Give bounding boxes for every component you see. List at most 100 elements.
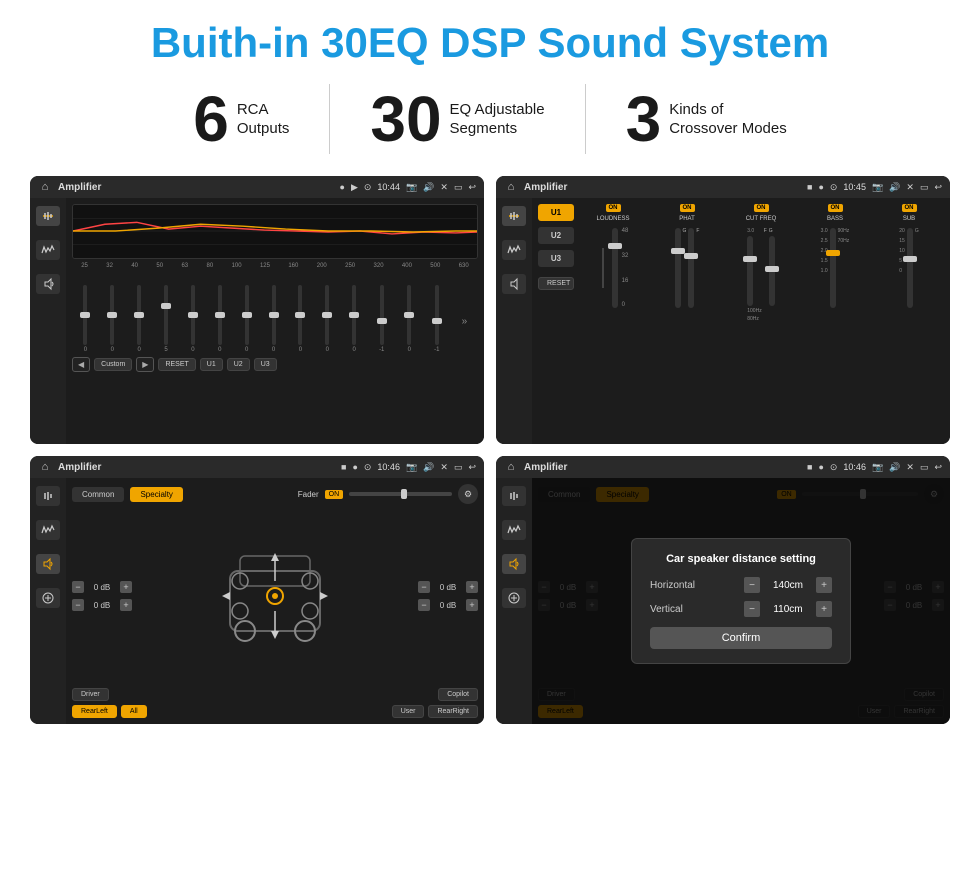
sidebar-wave-btn[interactable] — [36, 240, 60, 260]
play-icon[interactable]: ▶ — [351, 182, 358, 193]
sidebar3-speaker-btn[interactable] — [36, 554, 60, 574]
sidebar2-speaker-btn[interactable] — [502, 274, 526, 294]
user-btn[interactable]: User — [392, 705, 425, 718]
screen3-time: 10:46 — [377, 462, 400, 472]
screen3-title: Amplifier — [58, 462, 335, 473]
cutfreq-slider-f[interactable] — [747, 236, 753, 306]
fader-on-btn[interactable]: ON — [325, 490, 344, 499]
close-icon-4[interactable]: ✕ — [906, 462, 914, 473]
db-row-2: − 0 dB + — [418, 581, 478, 593]
amp2-u2-btn[interactable]: U2 — [538, 227, 574, 244]
db-minus-2[interactable]: − — [418, 581, 430, 593]
home-icon[interactable]: ⌂ — [38, 180, 52, 194]
minimize-icon[interactable]: ▭ — [454, 182, 463, 193]
camera-icon-2[interactable]: 📷 — [872, 182, 883, 193]
sub-slider[interactable] — [907, 228, 913, 308]
eq-reset-btn[interactable]: RESET — [158, 358, 195, 371]
sidebar4-speaker-btn[interactable] — [502, 554, 526, 574]
screen1-topbar: ⌂ Amplifier ● ▶ ⊙ 10:44 📷 🔊 ✕ ▭ ↩ — [30, 176, 484, 198]
camera-icon-4[interactable]: 📷 — [872, 462, 883, 473]
back-icon-4[interactable]: ↩ — [934, 462, 942, 473]
rearleft-btn[interactable]: RearLeft — [72, 705, 117, 718]
db-minus-3[interactable]: − — [418, 599, 430, 611]
confirm-button[interactable]: Confirm — [650, 627, 832, 649]
sidebar4-eq-btn[interactable] — [502, 486, 526, 506]
sidebar3-wave-btn[interactable] — [36, 520, 60, 540]
close-icon-3[interactable]: ✕ — [440, 462, 448, 473]
back-icon-3[interactable]: ↩ — [468, 462, 476, 473]
dot2-icon-4: ● — [818, 462, 823, 472]
eq-next-btn[interactable]: ▶ — [136, 357, 154, 372]
sidebar4-wave-btn[interactable] — [502, 520, 526, 540]
stat-eq: 30 EQ Adjustable Segments — [330, 87, 584, 151]
sidebar-eq-btn[interactable] — [36, 206, 60, 226]
phat-slider-f[interactable] — [688, 228, 694, 308]
settings-btn[interactable]: ⚙ — [458, 484, 478, 504]
volume-icon-3[interactable]: 🔊 — [423, 462, 434, 473]
sidebar4-expand-btn[interactable] — [502, 588, 526, 608]
db-plus-0[interactable]: + — [120, 581, 132, 593]
loudness-slider[interactable] — [612, 228, 618, 308]
amp2-reset-btn[interactable]: RESET — [538, 277, 574, 290]
phat-slider-g[interactable] — [675, 228, 681, 308]
vertical-plus-btn[interactable]: + — [816, 601, 832, 617]
db-minus-1[interactable]: − — [72, 599, 84, 611]
cross-tab-specialty[interactable]: Specialty — [130, 487, 182, 502]
eq-u2-btn[interactable]: U2 — [227, 358, 250, 371]
eq-custom-btn[interactable]: Custom — [94, 358, 132, 371]
crossover-bottom-btns: Driver Copilot — [72, 688, 478, 701]
db-plus-3[interactable]: + — [466, 599, 478, 611]
amp2-u3-btn[interactable]: U3 — [538, 250, 574, 267]
rearright-btn[interactable]: RearRight — [428, 705, 478, 718]
cutfreq-slider-g[interactable] — [769, 236, 775, 306]
copilot-btn[interactable]: Copilot — [438, 688, 478, 701]
sidebar-speaker-btn[interactable] — [36, 274, 60, 294]
minimize-icon-4[interactable]: ▭ — [920, 462, 929, 473]
all-btn[interactable]: All — [121, 705, 147, 718]
bass-slider[interactable] — [830, 228, 836, 308]
back-icon[interactable]: ↩ — [468, 182, 476, 193]
volume-icon-4[interactable]: 🔊 — [889, 462, 900, 473]
cross-tab-common[interactable]: Common — [72, 487, 124, 502]
camera-icon-3[interactable]: 📷 — [406, 462, 417, 473]
eq-u3-btn[interactable]: U3 — [254, 358, 277, 371]
db-plus-2[interactable]: + — [466, 581, 478, 593]
sidebar3-expand-btn[interactable] — [36, 588, 60, 608]
horizontal-minus-btn[interactable]: − — [744, 577, 760, 593]
volume-icon-2[interactable]: 🔊 — [889, 182, 900, 193]
eq-slider-1: 0 — [110, 285, 114, 353]
amp2-u1-btn[interactable]: U1 — [538, 204, 574, 221]
camera-icon[interactable]: 📷 — [406, 182, 417, 193]
fader-slider[interactable] — [349, 492, 452, 496]
home-icon-3[interactable]: ⌂ — [38, 460, 52, 474]
vertical-label: Vertical — [650, 604, 710, 615]
horizontal-value: 140cm — [766, 580, 810, 591]
dialog-title: Car speaker distance setting — [650, 553, 832, 565]
horizontal-plus-btn[interactable]: + — [816, 577, 832, 593]
dialog-vertical-row: Vertical − 110cm + — [650, 601, 832, 617]
back-icon-2[interactable]: ↩ — [934, 182, 942, 193]
eq-freq-labels: 25 32 40 50 63 80 100 125 160 200 250 32… — [72, 263, 478, 269]
eq-u1-btn[interactable]: U1 — [200, 358, 223, 371]
eq-prev-btn[interactable]: ◀ — [72, 357, 90, 372]
vertical-minus-btn[interactable]: − — [744, 601, 760, 617]
eq-slider-11: -1 — [379, 285, 384, 353]
sidebar2-eq-btn[interactable] — [502, 206, 526, 226]
screen1-title: Amplifier — [58, 182, 334, 193]
cutfreq-header: ON — [754, 204, 769, 212]
eq-slider-4: 0 — [191, 285, 195, 353]
stat-eq-number: 30 — [370, 87, 441, 151]
db-minus-0[interactable]: − — [72, 581, 84, 593]
home-icon-2[interactable]: ⌂ — [504, 180, 518, 194]
driver-btn[interactable]: Driver — [72, 688, 109, 701]
close-icon-2[interactable]: ✕ — [906, 182, 914, 193]
volume-icon[interactable]: 🔊 — [423, 182, 434, 193]
stats-row: 6 RCA Outputs 30 EQ Adjustable Segments … — [30, 84, 950, 154]
home-icon-4[interactable]: ⌂ — [504, 460, 518, 474]
close-icon[interactable]: ✕ — [440, 182, 448, 193]
sidebar3-eq-btn[interactable] — [36, 486, 60, 506]
minimize-icon-2[interactable]: ▭ — [920, 182, 929, 193]
minimize-icon-3[interactable]: ▭ — [454, 462, 463, 473]
db-plus-1[interactable]: + — [120, 599, 132, 611]
sidebar2-wave-btn[interactable] — [502, 240, 526, 260]
